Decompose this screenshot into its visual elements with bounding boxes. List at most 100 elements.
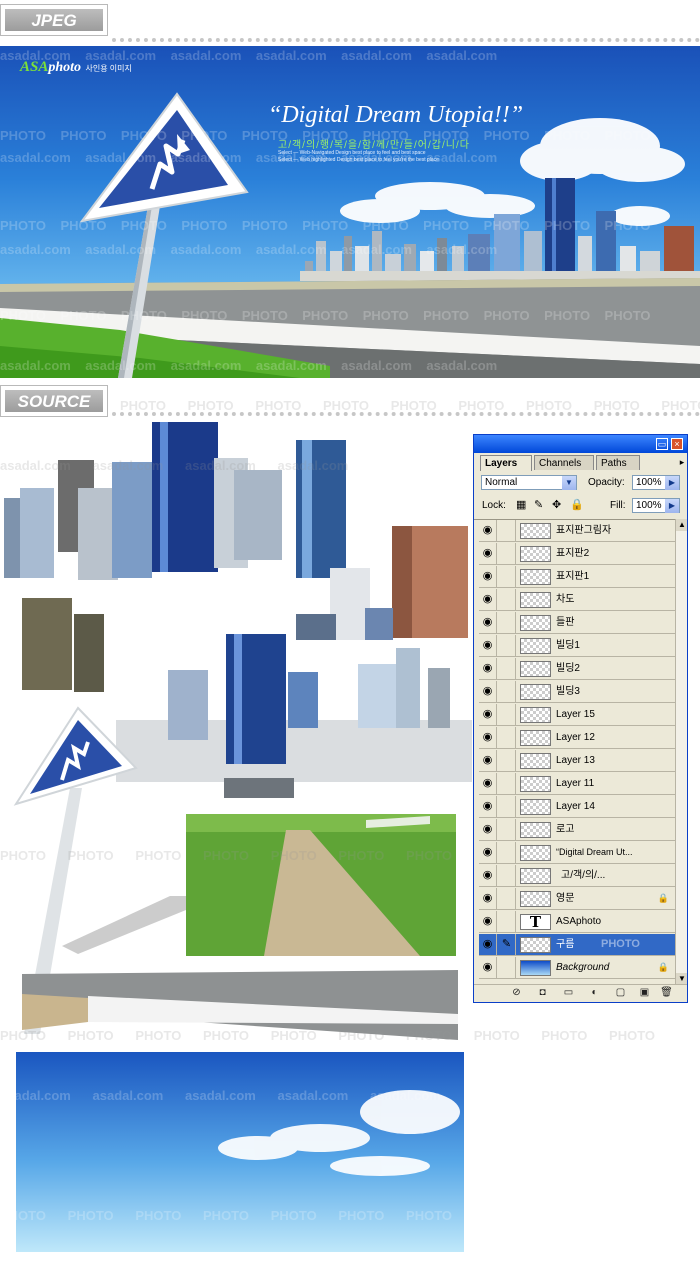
link-slot[interactable] bbox=[498, 911, 516, 932]
layer-row[interactable]: ◉ 영문 🔒 bbox=[479, 888, 675, 910]
layer-row[interactable]: ◉ 들판 bbox=[479, 612, 675, 634]
link-slot[interactable] bbox=[498, 612, 516, 633]
eye-icon[interactable]: ◉ bbox=[479, 819, 497, 840]
close-icon[interactable]: × bbox=[671, 438, 683, 450]
link-slot[interactable] bbox=[498, 589, 516, 610]
layer-row[interactable]: ◉ Background 🔒 bbox=[479, 957, 675, 979]
tab-paths[interactable]: Paths bbox=[596, 455, 640, 470]
adjustment-layer-icon[interactable]: ◐ bbox=[588, 987, 601, 999]
asset-buildings-3 bbox=[22, 598, 104, 692]
brush-icon[interactable]: ✎ bbox=[498, 934, 516, 955]
link-slot[interactable] bbox=[498, 773, 516, 794]
layer-row[interactable]: ◉ Layer 12 bbox=[479, 727, 675, 749]
layer-row[interactable]: ◉ Layer 11 bbox=[479, 773, 675, 795]
banner-watermark-row-5: asadal.com asadal.com asadal.com asadal.… bbox=[0, 242, 498, 257]
trash-icon[interactable]: 🗑 bbox=[660, 987, 673, 999]
eye-icon[interactable]: ◉ bbox=[479, 566, 497, 587]
logo-word: photo bbox=[48, 60, 82, 75]
eye-icon[interactable]: ◉ bbox=[479, 520, 497, 541]
jpeg-dotted-divider bbox=[112, 38, 700, 42]
link-slot[interactable] bbox=[498, 566, 516, 587]
link-slot[interactable] bbox=[498, 957, 516, 978]
layer-row[interactable]: ◉ 표지판2 bbox=[479, 543, 675, 565]
new-layer-icon[interactable]: ▣ bbox=[638, 987, 651, 999]
source-section-label: SOURCE bbox=[5, 390, 103, 412]
layer-row[interactable]: ◉ 빌딩1 bbox=[479, 635, 675, 657]
link-slot[interactable] bbox=[498, 888, 516, 909]
link-slot[interactable] bbox=[498, 727, 516, 748]
link-layers-icon[interactable]: ⊘ bbox=[510, 987, 523, 999]
opacity-field[interactable]: 100% ▶ bbox=[632, 475, 680, 490]
eye-icon[interactable]: ◉ bbox=[479, 589, 497, 610]
layer-name: 차도 bbox=[556, 594, 575, 605]
eye-icon[interactable]: ◉ bbox=[479, 773, 497, 794]
tab-layers[interactable]: Layers bbox=[480, 455, 532, 471]
layer-row[interactable]: ◉ T ASAphoto bbox=[479, 911, 675, 933]
lock-icon: 🔒 bbox=[657, 893, 669, 903]
layers-panel-title-bar[interactable]: ▭ × bbox=[474, 435, 687, 453]
eye-icon[interactable]: ◉ bbox=[479, 704, 497, 725]
link-slot[interactable] bbox=[498, 819, 516, 840]
fill-label: Fill: bbox=[610, 500, 626, 511]
blend-mode-select[interactable]: Normal ▼ bbox=[481, 475, 577, 490]
eye-icon[interactable]: ◉ bbox=[479, 865, 497, 886]
source-watermark-row-6: PHOTO PHOTO PHOTO PHOTO PHOTO PHOTO PHOT… bbox=[0, 1208, 656, 1223]
link-slot[interactable] bbox=[498, 635, 516, 656]
panel-menu-arrow-icon[interactable]: ▸ bbox=[676, 456, 687, 468]
layer-row[interactable]: ◉ 차도 bbox=[479, 589, 675, 611]
scroll-up-icon[interactable]: ▲ bbox=[676, 519, 687, 531]
layer-name: 고/객/의/... bbox=[561, 870, 606, 881]
eye-icon[interactable]: ◉ bbox=[479, 635, 497, 656]
eye-icon[interactable]: ◉ bbox=[479, 796, 497, 817]
banner-headline: “Digital Dream Utopia!!” bbox=[268, 102, 524, 128]
layer-row[interactable]: ◉ 로고 bbox=[479, 819, 675, 841]
asset-field bbox=[186, 814, 456, 956]
link-slot[interactable] bbox=[498, 681, 516, 702]
layer-thumbnail bbox=[520, 684, 551, 700]
layer-row[interactable]: ◉ 표지판1 bbox=[479, 566, 675, 588]
layer-row[interactable]: ◉ Layer 14 bbox=[479, 796, 675, 818]
eye-icon[interactable]: ◉ bbox=[479, 842, 497, 863]
eye-icon[interactable]: ◉ bbox=[479, 750, 497, 771]
layer-row[interactable]: ◉ 빌딩2 bbox=[479, 658, 675, 680]
eye-icon[interactable]: ◉ bbox=[479, 727, 497, 748]
eye-icon[interactable]: ◉ bbox=[479, 934, 497, 955]
new-group-icon[interactable]: ▢ bbox=[614, 987, 627, 999]
link-slot[interactable] bbox=[498, 865, 516, 886]
link-slot[interactable] bbox=[498, 658, 516, 679]
minimize-icon[interactable]: ▭ bbox=[656, 438, 668, 450]
link-slot[interactable] bbox=[498, 796, 516, 817]
layer-row[interactable]: ◉ Layer 13 bbox=[479, 750, 675, 772]
eye-icon[interactable]: ◉ bbox=[479, 612, 497, 633]
layer-mask-icon[interactable]: ▭ bbox=[562, 987, 575, 999]
link-slot[interactable] bbox=[498, 704, 516, 725]
fill-field[interactable]: 100% ▶ bbox=[632, 498, 680, 513]
layer-row[interactable]: ◉ 고/객/의/... bbox=[479, 865, 675, 887]
lock-transparency-icon[interactable]: ▦ bbox=[516, 498, 526, 511]
layer-row[interactable]: ◉ 표지판그림자 bbox=[479, 520, 675, 542]
layer-row[interactable]: ◉ Layer 15 bbox=[479, 704, 675, 726]
eye-icon[interactable]: ◉ bbox=[479, 543, 497, 564]
link-slot[interactable] bbox=[498, 842, 516, 863]
fill-value: 100% bbox=[636, 500, 662, 511]
banner-watermark-row-4: PHOTO PHOTO PHOTO PHOTO PHOTO PHOTO PHOT… bbox=[0, 218, 651, 233]
eye-icon[interactable]: ◉ bbox=[479, 658, 497, 679]
layers-scrollbar[interactable]: ▲ ▼ bbox=[675, 519, 687, 985]
source-watermark-row-4: PHOTO PHOTO PHOTO PHOTO PHOTO PHOTO PHOT… bbox=[0, 1028, 656, 1043]
eye-icon[interactable]: ◉ bbox=[479, 681, 497, 702]
link-slot[interactable] bbox=[498, 750, 516, 771]
lock-all-icon[interactable]: 🔒 bbox=[570, 498, 584, 511]
eye-icon[interactable]: ◉ bbox=[479, 911, 497, 932]
layer-row[interactable]: ◉ “Digital Dream Ut... bbox=[479, 842, 675, 864]
tab-channels[interactable]: Channels bbox=[534, 455, 594, 470]
layer-row-selected[interactable]: ◉ ✎ 구름 PHOTO bbox=[479, 934, 675, 956]
layer-row[interactable]: ◉ 빌딩3 bbox=[479, 681, 675, 703]
eye-icon[interactable]: ◉ bbox=[479, 957, 497, 978]
lock-brush-icon[interactable]: ✎ bbox=[534, 498, 543, 511]
link-slot[interactable] bbox=[498, 543, 516, 564]
lock-move-icon[interactable]: ✥ bbox=[552, 498, 561, 511]
layer-name: Background bbox=[556, 962, 610, 973]
layer-style-icon[interactable]: ◘ bbox=[536, 987, 549, 999]
eye-icon[interactable]: ◉ bbox=[479, 888, 497, 909]
link-slot[interactable] bbox=[498, 520, 516, 541]
